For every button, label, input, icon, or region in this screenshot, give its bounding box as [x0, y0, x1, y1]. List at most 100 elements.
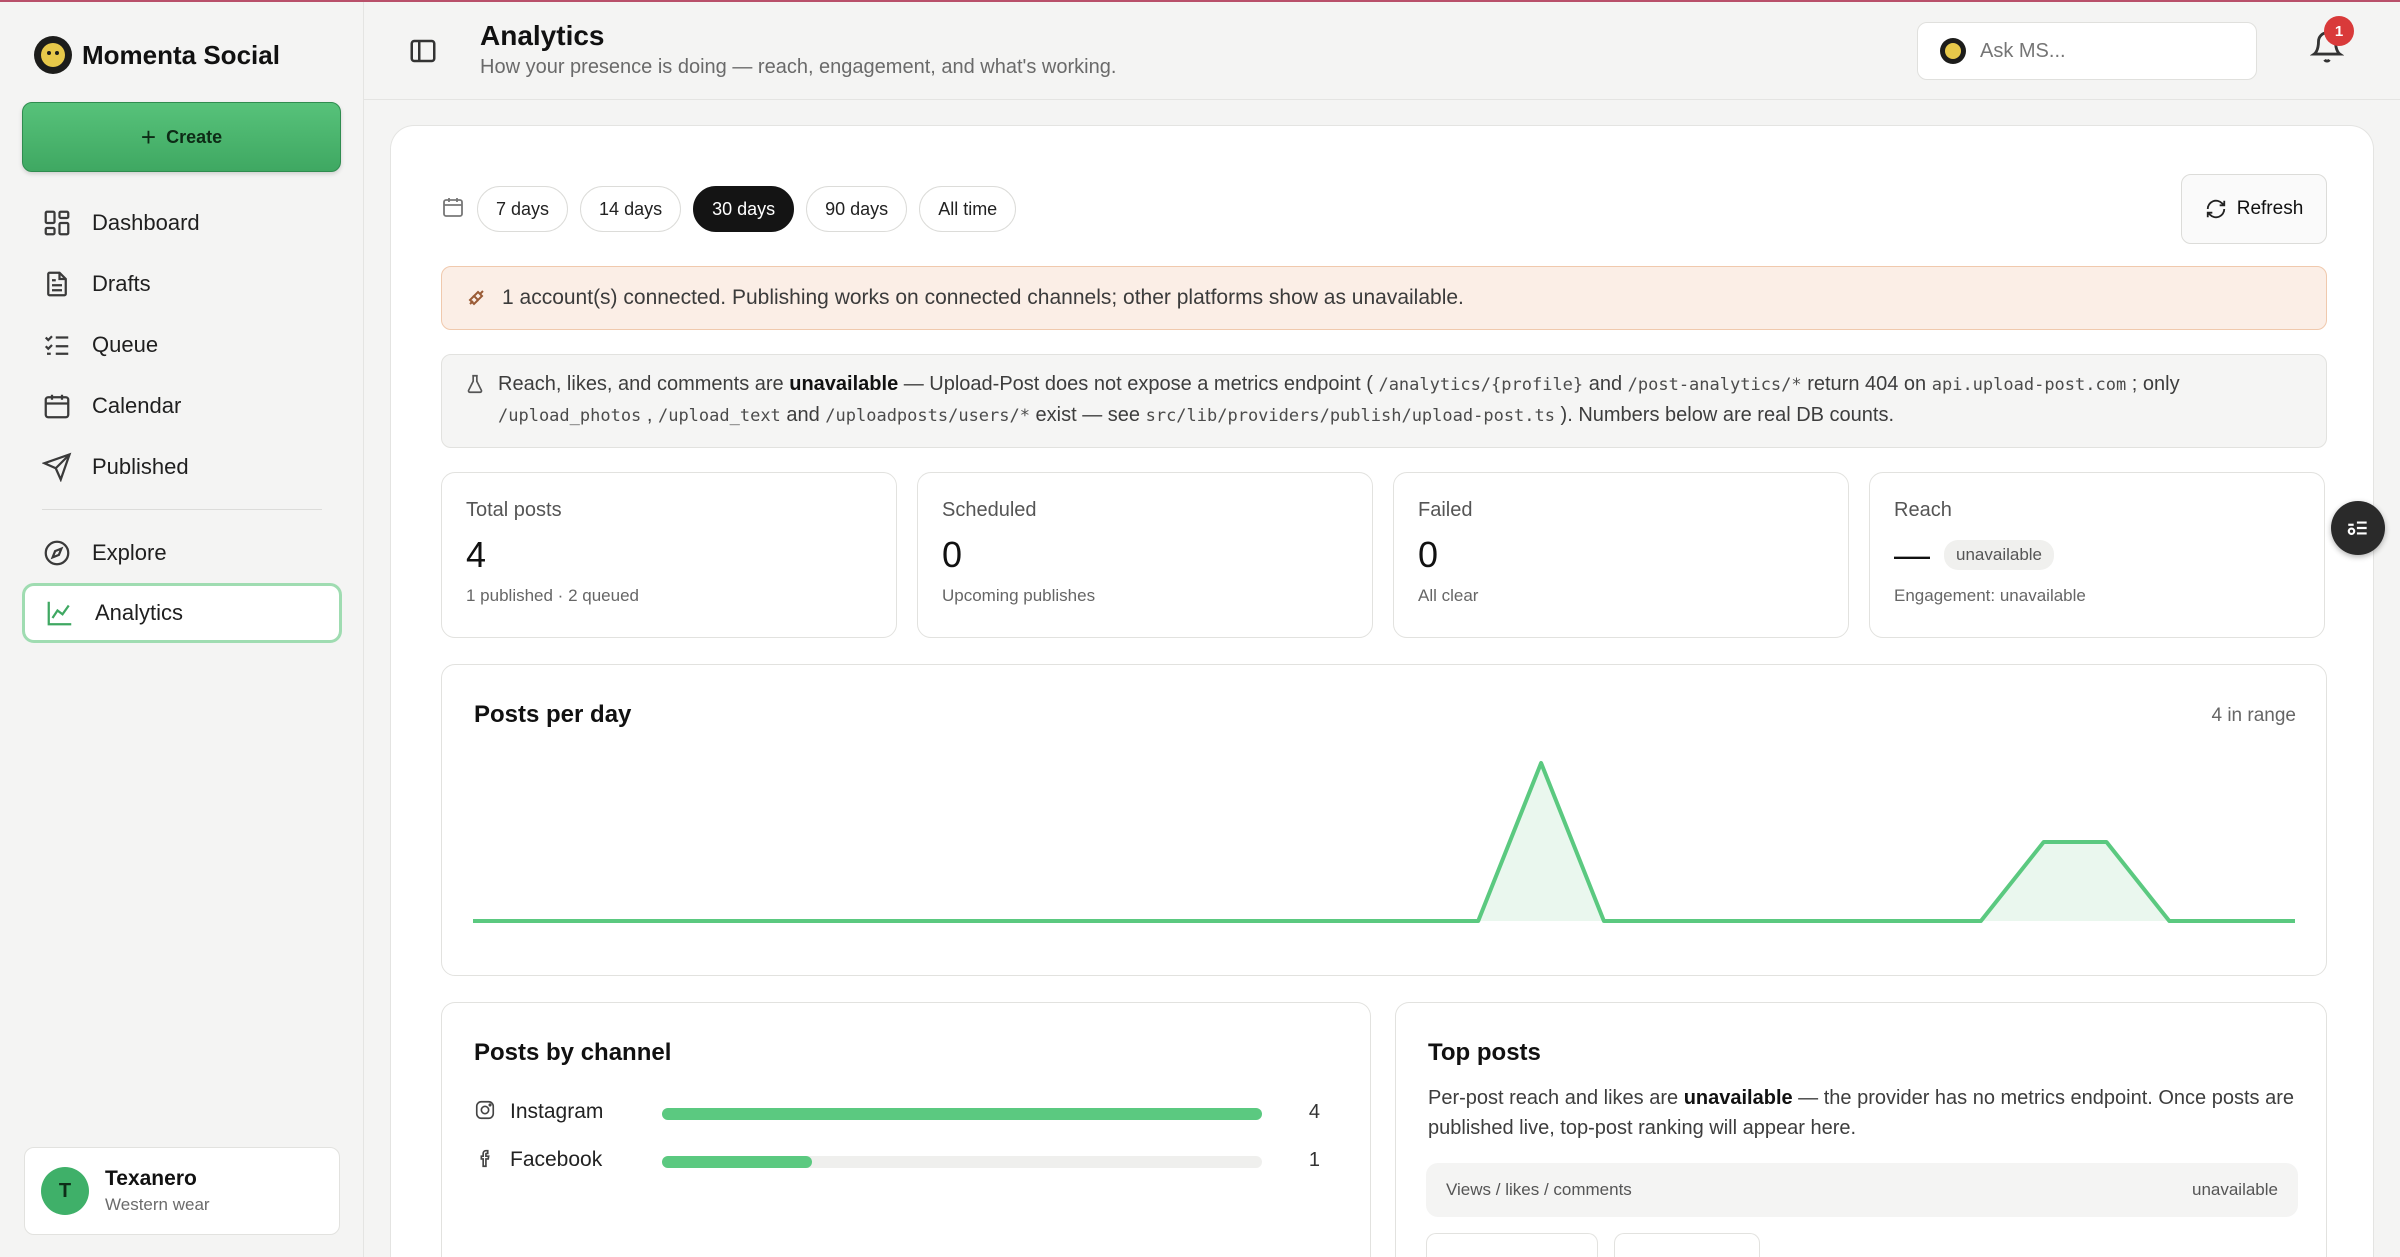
notice-text: , [641, 404, 658, 426]
file-icon [47, 271, 67, 296]
sidebar-item-queue[interactable]: Queue [22, 314, 342, 375]
code-snippet: src/lib/providers/publish/upload-post.ts [1145, 406, 1555, 426]
posts-per-day-card: Posts per day 4 in range [441, 664, 2327, 976]
channel-bar-track [662, 1108, 1262, 1120]
stat-value: — [1894, 534, 1930, 575]
instagram-icon [474, 1099, 496, 1126]
channel-bar-fill [662, 1156, 812, 1168]
sidebar-item-label: Published [92, 453, 189, 479]
user-subtitle: Western wear [105, 1195, 210, 1214]
toggle-sidebar-button[interactable] [408, 36, 438, 66]
sidebar-item-drafts[interactable]: Drafts [22, 253, 342, 314]
stat-label: Scheduled [942, 499, 1037, 521]
stat-sub: 1 published · 2 queued [466, 586, 639, 605]
channel-row-facebook: Facebook 1 [474, 1145, 1320, 1175]
notice-text: and [780, 404, 826, 426]
code-snippet: /upload_photos [498, 406, 642, 426]
sidebar-item-explore[interactable]: Explore [22, 522, 342, 583]
page-header: Analytics How your presence is doing — r… [364, 2, 2400, 100]
channel-bar-track [662, 1156, 1262, 1168]
top-posts-text: Per-post reach and likes are unavailable… [1428, 1083, 2308, 1143]
range-all-time[interactable]: All time [919, 186, 1017, 232]
chart-line-icon [47, 601, 72, 626]
refresh-button[interactable]: Refresh [2181, 174, 2327, 244]
sidebar: Momenta Social + Create Dashboard Drafts… [0, 2, 364, 1257]
top-text-bold: unavailable [1683, 1087, 1793, 1109]
notice-bold: unavailable [789, 373, 899, 395]
post-chip[interactable] [1426, 1233, 1598, 1257]
range-30-days[interactable]: 30 days [693, 186, 795, 232]
page-title: Analytics [480, 20, 605, 51]
floating-menu-button[interactable] [2331, 501, 2385, 555]
user-card[interactable]: T Texanero Western wear [24, 1147, 340, 1235]
plus-icon: + [140, 122, 157, 152]
notice-text: Reach, likes, and comments are [498, 373, 790, 395]
stat-value: 0 [1418, 534, 1439, 575]
calendar-icon [441, 195, 465, 224]
range-14-days[interactable]: 14 days [580, 186, 682, 232]
stat-sub: Engagement: unavailable [1894, 586, 2086, 605]
code-snippet: /upload_text [657, 406, 781, 426]
connection-notice-text: 1 account(s) connected. Publishing works… [502, 286, 1464, 309]
metrics-notice: Reach, likes, and comments are unavailab… [441, 354, 2327, 448]
code-snippet: /analytics/{profile} [1378, 375, 1584, 395]
stat-reach: Reach — unavailable Engagement: unavaila… [1869, 472, 2325, 638]
stat-value: 0 [942, 534, 963, 575]
dashboard-icon [44, 210, 70, 235]
sidebar-item-published[interactable]: Published [22, 436, 342, 497]
top-text-a: Per-post reach and likes are [1428, 1087, 1684, 1109]
facebook-icon [474, 1147, 496, 1174]
brand-name: Momenta Social [82, 39, 280, 70]
create-button[interactable]: + Create [22, 102, 341, 172]
stat-label: Total posts [466, 499, 562, 521]
sidebar-item-label: Drafts [92, 270, 151, 296]
avatar: T [41, 1167, 89, 1215]
sidebar-item-dashboard[interactable]: Dashboard [22, 192, 342, 253]
brand[interactable]: Momenta Social [34, 36, 280, 74]
posts-per-day-chart [473, 761, 2295, 923]
channel-count: 4 [1308, 1100, 1320, 1123]
status-badge: unavailable [1944, 540, 2055, 570]
range-90-days[interactable]: 90 days [806, 186, 908, 232]
calendar-icon [44, 394, 70, 418]
sidebar-item-analytics[interactable]: Analytics [22, 583, 342, 643]
user-name: Texanero [105, 1167, 197, 1190]
refresh-label: Refresh [2236, 198, 2304, 219]
posts-by-channel-card: Posts by channel Instagram 4 Facebook 1 [441, 1002, 1371, 1257]
notice-text: and [1583, 373, 1628, 395]
brand-logo-icon [34, 36, 72, 74]
ask-ms-input[interactable] [1980, 39, 2240, 63]
chart-title: Posts per day [474, 701, 632, 728]
page-subtitle: How your presence is doing — reach, enga… [480, 56, 1117, 78]
stat-failed: Failed 0 All clear [1393, 472, 1849, 638]
metric-row: Views / likes / comments unavailable [1426, 1163, 2298, 1217]
stat-sub: Upcoming publishes [942, 586, 1096, 605]
channel-name: Facebook [510, 1148, 603, 1171]
stat-label: Failed [1418, 499, 1473, 521]
stat-total-posts: Total posts 4 1 published · 2 queued [441, 472, 897, 638]
card-title: Posts by channel [474, 1039, 672, 1066]
code-snippet: /post-analytics/* [1627, 375, 1802, 395]
stat-scheduled: Scheduled 0 Upcoming publishes [917, 472, 1373, 638]
range-7-days[interactable]: 7 days [477, 186, 569, 232]
metric-value: unavailable [2191, 1180, 2278, 1199]
sidebar-item-label: Explore [92, 539, 167, 565]
nav-divider [42, 509, 322, 510]
ask-ms-box[interactable] [1917, 22, 2257, 80]
sidebar-item-label: Dashboard [92, 209, 200, 235]
notice-text: exist — see [1029, 404, 1146, 426]
sidebar-item-label: Analytics [95, 600, 184, 625]
list-check-icon [44, 334, 69, 355]
post-chip[interactable] [1614, 1233, 1760, 1257]
create-label: Create [166, 126, 223, 147]
sidebar-item-calendar[interactable]: Calendar [22, 375, 342, 436]
stat-sub: All clear [1418, 586, 1479, 605]
notification-badge: 1 [2324, 16, 2354, 46]
channel-row-instagram: Instagram 4 [474, 1097, 1320, 1127]
assistant-logo-icon [1940, 38, 1966, 64]
list-toggle-icon [2347, 521, 2367, 536]
metric-label: Views / likes / comments [1446, 1180, 1632, 1199]
send-icon [42, 452, 72, 482]
compass-icon [44, 540, 70, 565]
range-selector: 7 days 14 days 30 days 90 days All time [441, 186, 1017, 232]
